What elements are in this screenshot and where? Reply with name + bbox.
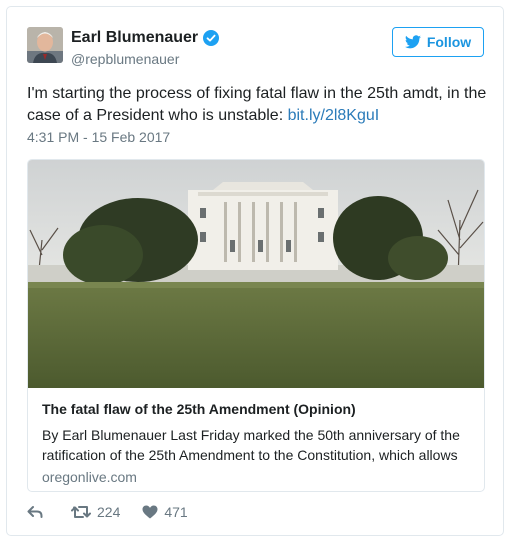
- preview-title: The fatal flaw of the 25th Amendment (Op…: [42, 401, 356, 417]
- author-name-row: Earl Blumenauer: [71, 29, 220, 47]
- tweet-text: I'm starting the process of fixing fatal…: [27, 83, 487, 127]
- author-name[interactable]: Earl Blumenauer: [71, 29, 198, 47]
- preview-image-white-house: [28, 160, 484, 388]
- tweet-link[interactable]: bit.ly/2l8KguI: [288, 107, 380, 124]
- retweet-count: 224: [97, 504, 121, 520]
- twitter-bird-icon: [404, 35, 421, 49]
- like-button[interactable]: 471: [142, 504, 188, 520]
- tweet-card: Earl Blumenauer @repblumenauer Follow I'…: [6, 6, 504, 536]
- avatar[interactable]: [27, 27, 63, 63]
- author-handle[interactable]: @repblumenauer: [71, 51, 179, 67]
- timestamp[interactable]: 4:31 PM - 15 Feb 2017: [27, 129, 170, 145]
- retweet-button[interactable]: 224: [71, 504, 120, 520]
- verified-badge-icon: [203, 30, 220, 46]
- like-count: 471: [164, 504, 188, 520]
- preview-description: By Earl Blumenauer Last Friday marked th…: [42, 427, 460, 463]
- follow-button[interactable]: Follow: [392, 27, 484, 57]
- link-preview-card[interactable]: The fatal flaw of the 25th Amendment (Op…: [27, 159, 485, 492]
- action-bar: 224 471: [27, 504, 188, 520]
- heart-icon: [142, 505, 158, 519]
- preview-body: The fatal flaw of the 25th Amendment (Op…: [42, 400, 474, 485]
- tweet-text-main: I'm starting the process of fixing fatal…: [27, 85, 487, 124]
- preview-domain: oregonlive.com: [42, 469, 137, 485]
- retweet-icon: [71, 506, 91, 518]
- follow-label: Follow: [426, 34, 472, 50]
- reply-button[interactable]: [27, 505, 43, 519]
- reply-icon: [27, 506, 43, 518]
